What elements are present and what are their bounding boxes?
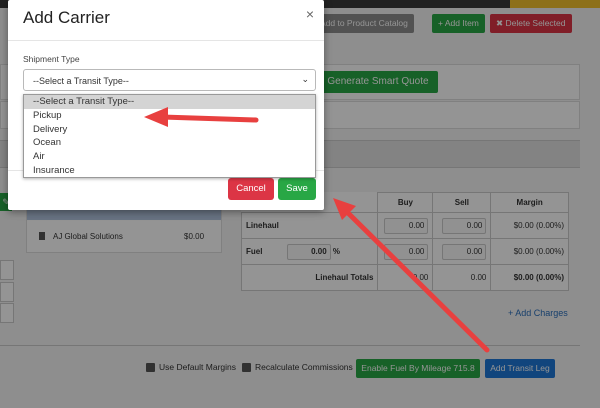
shipment-type-label: Shipment Type — [23, 54, 80, 64]
dropdown-option[interactable]: Insurance — [24, 164, 315, 178]
dropdown-option[interactable]: Ocean — [24, 136, 315, 150]
shipment-type-select[interactable]: --Select a Transit Type-- ⌄ — [23, 69, 316, 91]
cancel-button[interactable]: Cancel — [228, 178, 274, 200]
save-button[interactable]: Save — [278, 178, 316, 200]
chevron-down-icon: ⌄ — [301, 74, 309, 84]
transit-type-dropdown[interactable]: --Select a Transit Type-- Pickup Deliver… — [23, 94, 316, 178]
dropdown-option[interactable]: --Select a Transit Type-- — [24, 95, 315, 109]
select-value: --Select a Transit Type-- — [33, 76, 129, 86]
modal-title: Add Carrier — [23, 8, 110, 27]
dropdown-option[interactable]: Pickup — [24, 109, 315, 123]
dropdown-option[interactable]: Delivery — [24, 123, 315, 137]
dropdown-option[interactable]: Air — [24, 150, 315, 164]
close-icon[interactable]: × — [306, 6, 314, 22]
divider — [8, 40, 324, 41]
